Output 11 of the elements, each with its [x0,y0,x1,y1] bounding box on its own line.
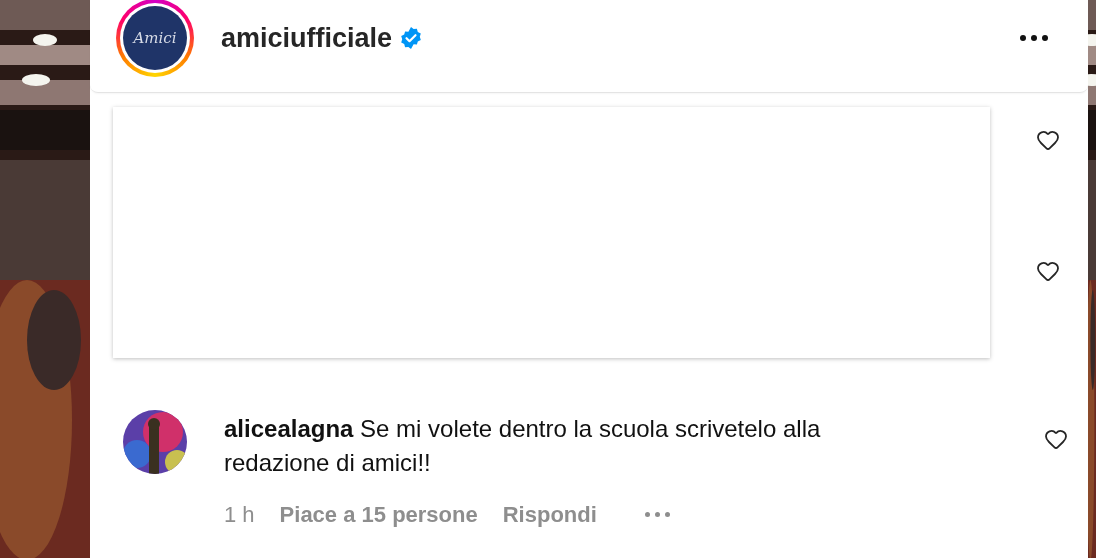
comment-time: 1 h [224,501,255,529]
username[interactable]: amiciufficiale [221,17,393,59]
like-button[interactable] [1036,128,1060,152]
comment-text: alicealagna Se mi volete dentro la scuola scrivetelo alla redazione di amici!! [224,414,822,478]
heart-icon [1036,128,1060,152]
like-button[interactable] [1044,427,1068,451]
avatar[interactable]: Amici [116,0,194,77]
heart-icon [1036,259,1060,283]
like-button[interactable] [1036,259,1060,283]
avatar-logo: Amici [133,27,177,49]
heart-icon [1044,427,1068,451]
